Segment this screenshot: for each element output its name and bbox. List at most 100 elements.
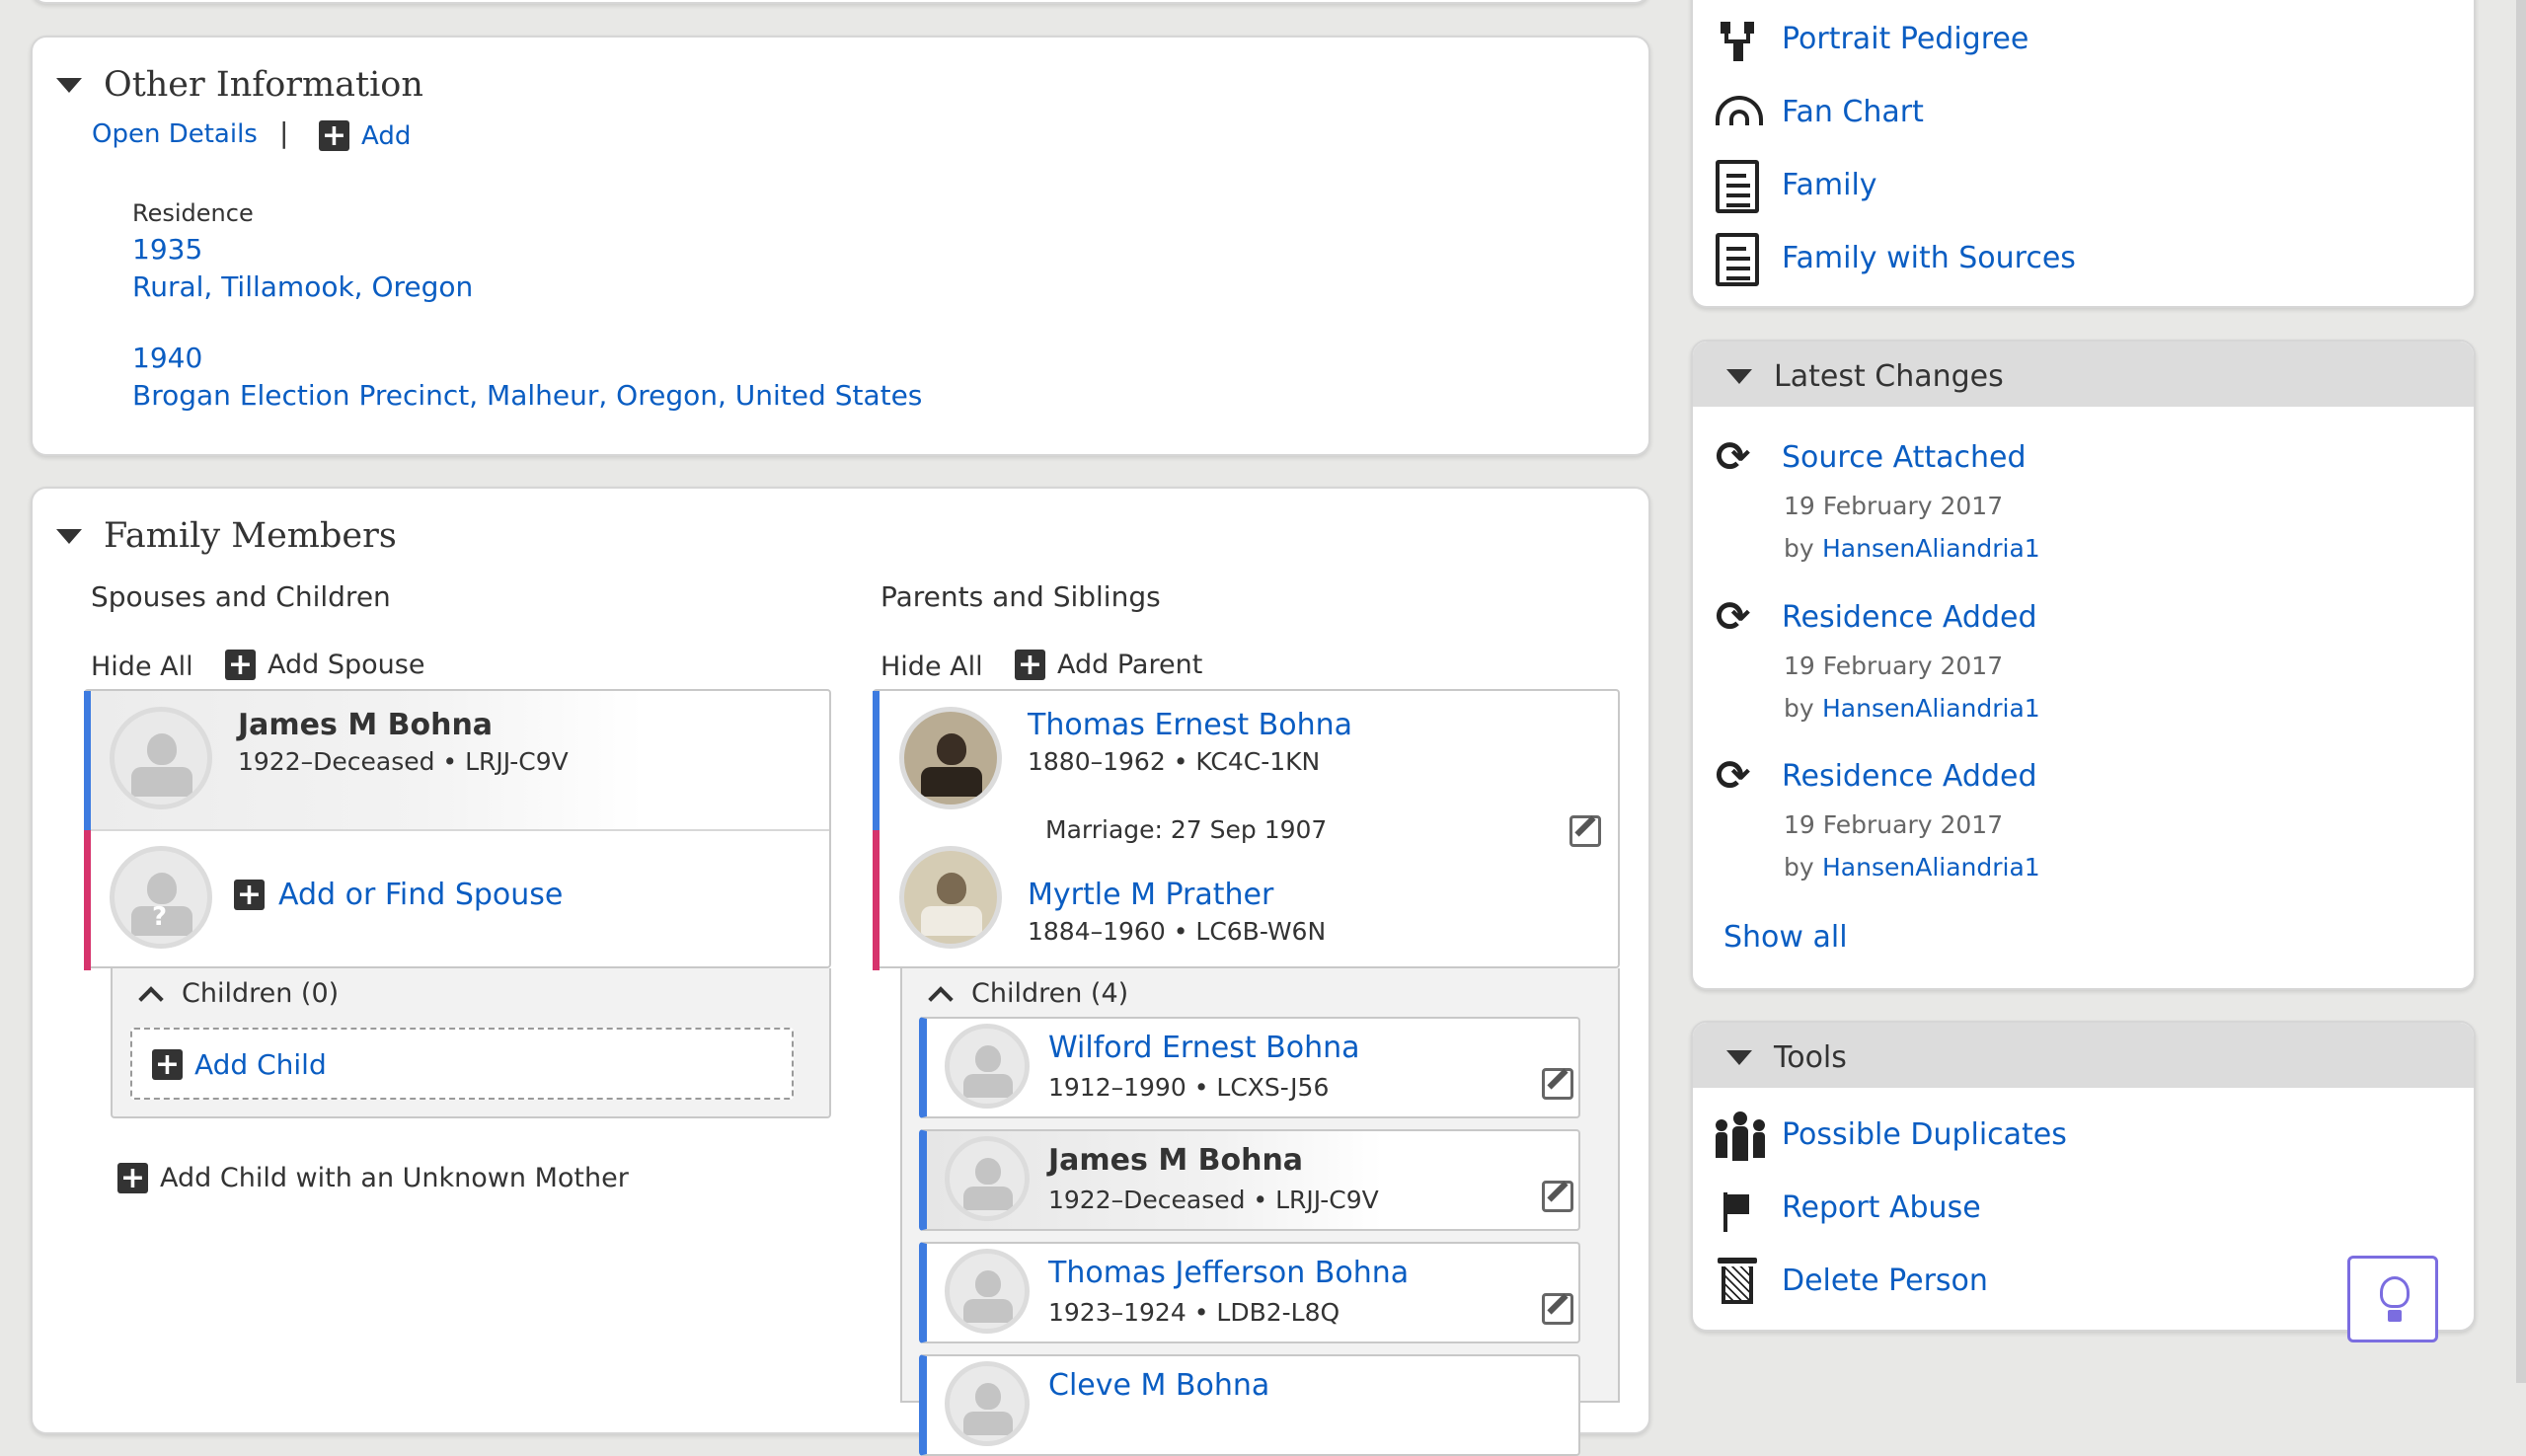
add-child-box[interactable]: + Add Child (130, 1028, 794, 1100)
self-color-bar (84, 691, 91, 830)
add-or-find-spouse-button[interactable]: + Add or Find Spouse (234, 878, 563, 912)
child-card-thomas-jefferson[interactable]: Thomas Jefferson Bohna 1923–1924 • LDB2-… (919, 1242, 1580, 1343)
add-child-button[interactable]: + Add Child (152, 1048, 327, 1081)
children-toggle[interactable]: Children (0) (138, 978, 340, 1012)
change-title-3[interactable]: Residence Added (1782, 759, 2037, 794)
previous-section-card (31, 0, 1650, 4)
child-card-cleve[interactable]: Cleve M Bohna (919, 1354, 1580, 1456)
tools-header[interactable]: Tools (1693, 1023, 2474, 1088)
spouse-family-box: James M Bohna 1922–Deceased • LRJJ-C9V ?… (84, 689, 831, 970)
family-link[interactable]: Family (1782, 168, 1877, 202)
show-all-link[interactable]: Show all (1723, 920, 1848, 955)
add-spouse-button[interactable]: + Add Spouse (225, 650, 424, 680)
child-name[interactable]: Thomas Jefferson Bohna (1048, 1256, 1409, 1290)
change-title-2[interactable]: Residence Added (1782, 600, 2037, 635)
change-by-2: by (1784, 694, 1814, 723)
scrollbar[interactable] (2516, 0, 2526, 1383)
child-card-james[interactable]: James M Bohna 1922–Deceased • LRJJ-C9V (919, 1129, 1580, 1231)
refresh-icon: ⟳ (1716, 432, 1751, 481)
change-user-1[interactable]: HansenAliandria1 (1822, 534, 2040, 563)
child-info: 1923–1924 • LDB2-L8Q (1048, 1298, 1340, 1327)
tools-title: Tools (1774, 1040, 1847, 1075)
residence-place-tillamook[interactable]: Rural, Tillamook, Oregon (132, 270, 473, 303)
lightbulb-icon (2380, 1276, 2410, 1308)
spouses-children-heading: Spouses and Children (91, 580, 391, 613)
help-button[interactable] (2347, 1256, 2438, 1342)
father-info: 1880–1962 • KC4C-1KN (1028, 747, 1321, 776)
child-card-wilford[interactable]: Wilford Ernest Bohna 1912–1990 • LCXS-J5… (919, 1017, 1580, 1118)
residence-year-1935[interactable]: 1935 (132, 233, 202, 266)
refresh-icon: ⟳ (1716, 592, 1751, 641)
edit-icon[interactable] (1542, 1181, 1573, 1212)
child-avatar (945, 1249, 1030, 1334)
change-by-1: by (1784, 534, 1814, 563)
change-user-3[interactable]: HansenAliandria1 (1822, 853, 2040, 881)
latest-changes-header[interactable]: Latest Changes (1693, 342, 2474, 407)
section-title: Family Members (104, 516, 397, 556)
children-count: Children (4) (971, 978, 1129, 1009)
children-count: Children (0) (182, 978, 340, 1009)
self-avatar (110, 707, 212, 809)
family-document-icon (1716, 160, 1759, 213)
self-info: 1922–Deceased • LRJJ-C9V (238, 747, 569, 776)
add-spouse-label: Add Spouse (268, 650, 425, 680)
father-name[interactable]: Thomas Ernest Bohna (1028, 708, 1352, 742)
residence-place-brogan[interactable]: Brogan Election Precinct, Malheur, Orego… (132, 379, 922, 412)
add-child-unknown-mother[interactable]: + Add Child with an Unknown Mother (117, 1163, 629, 1193)
mother-photo[interactable] (899, 846, 1002, 949)
family-with-sources-link[interactable]: Family with Sources (1782, 241, 2076, 275)
edit-icon[interactable] (1542, 1068, 1573, 1100)
hide-all-spouses[interactable]: Hide All (91, 651, 193, 682)
plus-icon: + (1015, 650, 1045, 680)
child-name[interactable]: Cleve M Bohna (1048, 1368, 1269, 1403)
divider (91, 829, 829, 831)
other-information-card: Other Information Open Details | + Add R… (31, 36, 1650, 456)
portrait-pedigree-link[interactable]: Portrait Pedigree (1782, 22, 2028, 56)
plus-icon: + (225, 650, 256, 680)
change-title-1[interactable]: Source Attached (1782, 440, 2027, 475)
trash-icon (1718, 1258, 1757, 1305)
mother-color-bar (873, 830, 880, 970)
add-child-unknown-label: Add Child with an Unknown Mother (160, 1163, 629, 1193)
report-abuse-link[interactable]: Report Abuse (1782, 1190, 1981, 1225)
other-information-header[interactable]: Other Information (56, 65, 423, 105)
marriage-info: Marriage: 27 Sep 1907 (1045, 815, 1328, 844)
child-name[interactable]: Wilford Ernest Bohna (1048, 1031, 1359, 1065)
self-name: James M Bohna (238, 708, 494, 742)
delete-person-link[interactable]: Delete Person (1782, 1264, 1988, 1298)
edit-icon[interactable] (1569, 815, 1601, 847)
child-info: 1922–Deceased • LRJJ-C9V (1048, 1186, 1379, 1214)
child-info: 1912–1990 • LCXS-J56 (1048, 1073, 1330, 1102)
fan-chart-link[interactable]: Fan Chart (1782, 95, 1924, 129)
residence-year-1940[interactable]: 1940 (132, 342, 202, 374)
separator: | (279, 116, 289, 149)
mother-info: 1884–1960 • LC6B-W6N (1028, 917, 1327, 946)
collapse-triangle-icon[interactable] (56, 77, 82, 93)
child-avatar (945, 1136, 1030, 1221)
collapse-triangle-icon[interactable] (56, 528, 82, 544)
change-user-2[interactable]: HansenAliandria1 (1822, 694, 2040, 723)
section-title: Other Information (104, 65, 423, 105)
spouse-children-panel: Children (0) + Add Child (111, 968, 831, 1118)
mother-name[interactable]: Myrtle M Prather (1028, 878, 1273, 912)
possible-duplicates-link[interactable]: Possible Duplicates (1782, 1117, 2067, 1152)
latest-changes-title: Latest Changes (1774, 359, 2004, 394)
plus-icon: + (117, 1163, 148, 1193)
collapse-triangle-icon (1726, 1050, 1752, 1065)
chevron-up-icon (138, 985, 164, 1012)
change-date-3: 19 February 2017 (1784, 810, 2004, 839)
add-child-label: Add Child (194, 1048, 327, 1081)
father-photo[interactable] (899, 707, 1002, 809)
children-toggle[interactable]: Children (4) (928, 978, 1129, 1012)
father-color-bar (873, 691, 880, 830)
edit-icon[interactable] (1542, 1293, 1573, 1325)
residence-label: Residence (132, 199, 254, 227)
parents-family-box: Thomas Ernest Bohna 1880–1962 • KC4C-1KN… (873, 689, 1620, 970)
collapse-triangle-icon (1726, 369, 1752, 384)
family-members-header[interactable]: Family Members (56, 516, 397, 556)
add-button[interactable]: + Add (319, 120, 411, 151)
child-avatar (945, 1361, 1030, 1446)
add-parent-button[interactable]: + Add Parent (1015, 650, 1202, 680)
open-details-link[interactable]: Open Details (92, 119, 258, 149)
hide-all-parents[interactable]: Hide All (880, 651, 983, 682)
